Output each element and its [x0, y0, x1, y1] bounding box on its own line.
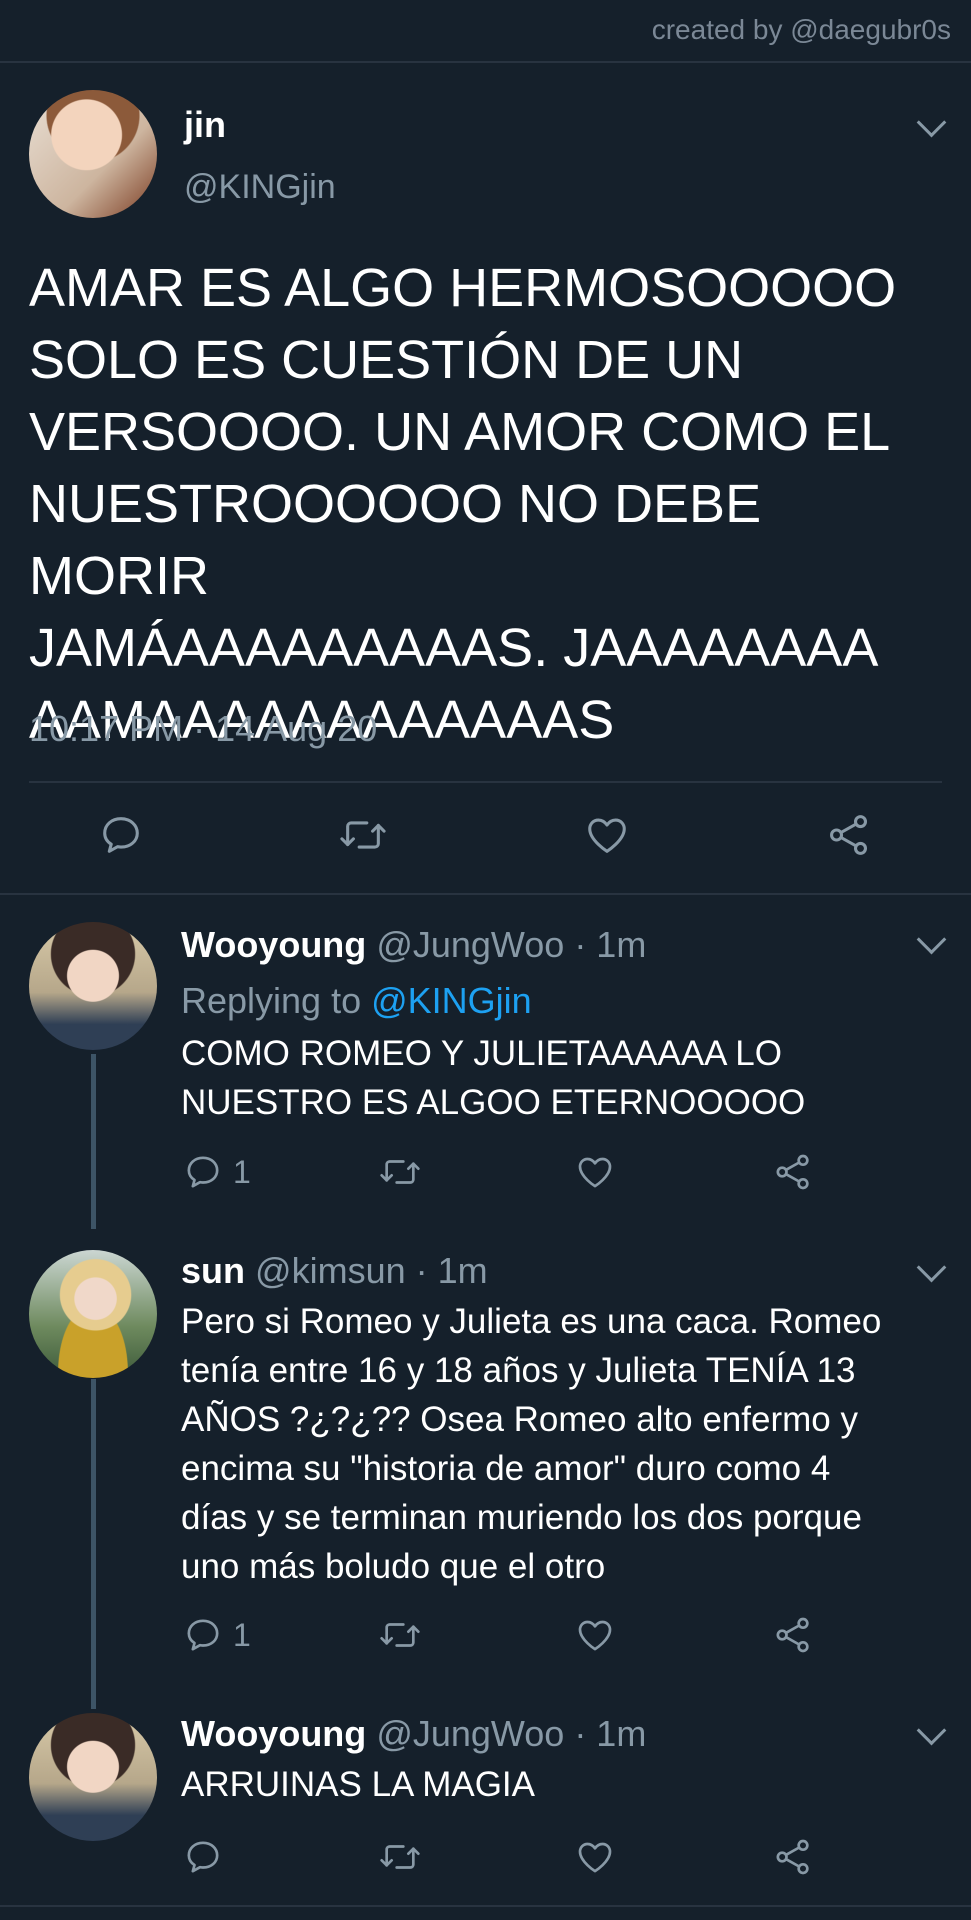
share-button[interactable] [773, 1837, 813, 1877]
replying-label: Replying to [181, 980, 362, 1021]
share-button[interactable] [773, 1615, 813, 1655]
chevron-down-icon[interactable] [916, 924, 947, 955]
like-button[interactable] [575, 1837, 615, 1877]
like-icon [578, 1842, 612, 1873]
avatar[interactable] [29, 1250, 157, 1378]
bottom-divider [0, 1905, 971, 1907]
retweet-icon [380, 1160, 420, 1184]
reply-time: · 1m [574, 1713, 647, 1754]
avatar[interactable] [29, 922, 157, 1050]
reply-icon [187, 1619, 219, 1651]
share-icon [776, 1154, 809, 1190]
reply-actions [0, 1837, 971, 1887]
reply-text: COMO ROMEO Y JULIETAAAAAA LO NUESTRO ES … [181, 1034, 806, 1122]
reply-time: · 1m [574, 924, 647, 965]
retweet-icon [380, 1623, 420, 1647]
author-name[interactable]: sun [181, 1250, 245, 1291]
mention-link[interactable]: @KINGjin [371, 980, 532, 1021]
share-icon [776, 1839, 809, 1875]
author-handle[interactable]: @KINGjin [184, 168, 336, 207]
retweet-button[interactable] [378, 1837, 422, 1877]
reply-icon [103, 817, 139, 853]
author-name[interactable]: Wooyoung [181, 924, 366, 965]
retweet-icon [340, 821, 386, 849]
reply-icon [187, 1156, 219, 1188]
reply-header: sun @kimsun · 1m [181, 1250, 488, 1292]
reply-text: ARRUINAS LA MAGIA [181, 1765, 535, 1804]
author-name[interactable]: jin [184, 104, 226, 146]
tweet-text: AMAR ES ALGO HERMOSOOOOO SOLO ES CUESTIÓ… [29, 258, 897, 750]
chevron-down-icon[interactable] [916, 107, 947, 138]
reply-actions: 1 [0, 1615, 971, 1665]
reply-button[interactable]: 1 [183, 1615, 251, 1655]
like-button[interactable] [584, 812, 630, 858]
reply-count: 1 [233, 1616, 251, 1653]
like-button[interactable] [575, 1152, 615, 1192]
share-button[interactable] [826, 812, 872, 858]
tweet-actions [0, 812, 971, 862]
like-button[interactable] [575, 1615, 615, 1655]
chevron-down-icon[interactable] [916, 1252, 947, 1283]
reply-header: Wooyoung @JungWoo · 1m [181, 924, 646, 966]
replying-to: Replying to @KINGjin [181, 980, 532, 1022]
retweet-button[interactable] [338, 812, 388, 858]
chevron-down-icon[interactable] [916, 1715, 947, 1746]
retweet-button[interactable] [378, 1615, 422, 1655]
avatar[interactable] [29, 1713, 157, 1841]
retweet-button[interactable] [378, 1152, 422, 1192]
reply-button[interactable] [183, 1837, 233, 1877]
reply-button[interactable] [98, 812, 144, 858]
reply-time: · 1m [415, 1250, 488, 1291]
avatar[interactable] [29, 90, 157, 218]
reply-button[interactable]: 1 [183, 1152, 251, 1192]
tweet-divider [29, 781, 942, 783]
reply-text: Pero si Romeo y Julieta es una caca. Rom… [181, 1302, 882, 1586]
reply-actions: 1 [0, 1152, 971, 1202]
author-handle[interactable]: @kimsun [255, 1250, 406, 1291]
share-icon [830, 815, 868, 855]
section-divider [0, 893, 971, 895]
like-icon [578, 1157, 612, 1188]
author-handle[interactable]: @JungWoo [376, 924, 564, 965]
author-handle[interactable]: @JungWoo [376, 1713, 564, 1754]
share-icon [776, 1617, 809, 1653]
retweet-icon [380, 1845, 420, 1869]
reply-icon [187, 1841, 219, 1873]
share-button[interactable] [773, 1152, 813, 1192]
credit-text: created by @daegubr0s [651, 14, 951, 45]
like-icon [588, 818, 626, 853]
author-name[interactable]: Wooyoung [181, 1713, 366, 1754]
thread-line [91, 1054, 96, 1229]
like-icon [578, 1620, 612, 1651]
reply-header: Wooyoung @JungWoo · 1m [181, 1713, 646, 1755]
reply-count: 1 [233, 1153, 251, 1190]
header-divider [0, 61, 971, 63]
tweet-timestamp[interactable]: 10:17 PM · 14 Aug 20 [29, 708, 377, 750]
